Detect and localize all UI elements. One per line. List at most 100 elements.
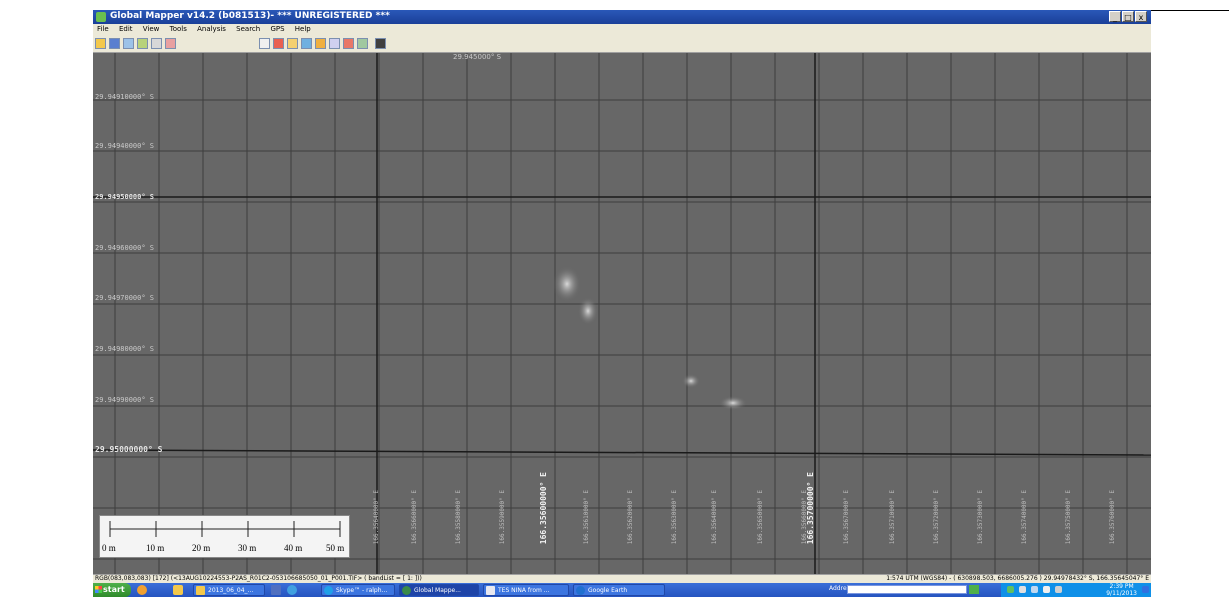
document-icon	[486, 586, 495, 595]
status-coordinates: 1:574 UTM (WGS84) - ( 630898.503, 668600…	[886, 575, 1149, 582]
go-button[interactable]	[969, 585, 979, 594]
lat-label: 29.94950000° S	[95, 193, 155, 201]
lon-label: 166.35580000° E	[455, 489, 462, 544]
scale-label: 30 m	[238, 543, 257, 553]
task-skype[interactable]: Skype™ - ralph...	[321, 584, 395, 596]
scale-label: 50 m	[326, 543, 345, 553]
menu-bar: File Edit View Tools Analysis Search GPS…	[93, 24, 1151, 36]
bright-feature	[682, 374, 700, 388]
taskbar: start 2013_06_04_... Skype™ - ralph... G…	[93, 583, 1151, 597]
scale-label: 20 m	[192, 543, 211, 553]
task-label: Global Mappe...	[414, 587, 461, 594]
power-icon[interactable]	[1055, 586, 1062, 593]
lon-label: 166.35670000° E	[843, 489, 850, 544]
layer-icon[interactable]	[123, 38, 134, 49]
close-button[interactable]: x	[1135, 11, 1147, 22]
photo-app-icon[interactable]	[271, 585, 281, 595]
digitizer-icon[interactable]	[329, 38, 340, 49]
system-tray: 2:39 PM 9/11/2013	[1001, 583, 1151, 597]
title-bar: Global Mapper v14.2 (b081513)- *** UNREG…	[93, 10, 1151, 24]
task-google-earth[interactable]: Google Earth	[573, 584, 665, 596]
print-icon[interactable]	[151, 38, 162, 49]
grid-line-major	[93, 449, 1151, 456]
ie-icon[interactable]	[287, 585, 297, 595]
flag-tray-icon[interactable]	[1043, 586, 1050, 593]
binoculars-icon[interactable]	[375, 38, 386, 49]
menu-gps[interactable]: GPS	[266, 24, 288, 33]
lon-label: 166.35630000° E	[671, 489, 678, 544]
lon-label: 166.35700000° E	[806, 471, 815, 544]
maximize-button[interactable]: □	[1122, 11, 1134, 22]
bright-feature	[719, 396, 747, 410]
draw-icon[interactable]	[165, 38, 176, 49]
browser-quicklaunch-icon[interactable]	[137, 585, 147, 595]
lat-label: 29.95000000° S	[95, 445, 163, 454]
config-icon[interactable]	[137, 38, 148, 49]
task-folder[interactable]: 2013_06_04_...	[193, 584, 265, 596]
menu-analysis[interactable]: Analysis	[193, 24, 230, 33]
menu-edit[interactable]: Edit	[115, 24, 137, 33]
menu-file[interactable]: File	[93, 24, 113, 33]
lon-label: 166.35660000° E	[411, 489, 418, 544]
menu-help[interactable]: Help	[291, 24, 315, 33]
volume-icon[interactable]	[1031, 586, 1038, 593]
lon-label: 166.35720000° E	[933, 489, 940, 544]
status-bar: RGB(083,083,083) [172] (<13AUG10224553-P…	[93, 574, 1151, 583]
pan-icon[interactable]	[287, 38, 298, 49]
start-label: start	[103, 585, 125, 594]
window-title: Global Mapper v14.2 (b081513)- *** UNREG…	[110, 11, 390, 21]
menu-tools[interactable]: Tools	[166, 24, 191, 33]
lat-label: 29.94970000° S	[95, 294, 155, 302]
map-view[interactable]: 29.945000° S 29.94910000° S 29.94940000°…	[93, 53, 1151, 574]
start-button[interactable]: start	[93, 583, 131, 597]
lon-label: 166.35600000° E	[539, 471, 548, 544]
clock[interactable]: 2:39 PM 9/11/2013	[1106, 583, 1137, 597]
select-icon[interactable]	[273, 38, 284, 49]
lon-label: 166.35750000° E	[1065, 489, 1072, 544]
lon-label: 166.35590000° E	[499, 489, 506, 544]
clock-date: 9/11/2013	[1106, 590, 1137, 597]
lon-label: 166.35710000° E	[889, 489, 896, 544]
save-icon[interactable]	[109, 38, 120, 49]
address-input[interactable]	[847, 585, 967, 594]
show-desktop-icon[interactable]	[1142, 586, 1149, 593]
folder-icon	[196, 586, 205, 595]
lat-label: 29.94910000° S	[95, 93, 155, 101]
scale-label: 40 m	[284, 543, 303, 553]
task-label: 2013_06_04_...	[208, 587, 254, 594]
scale-label: 10 m	[146, 543, 165, 553]
scale-bar: 0 m 10 m 20 m 30 m 40 m 50 m	[99, 515, 350, 558]
shield-icon[interactable]	[1019, 586, 1026, 593]
task-global-mapper[interactable]: Global Mappe...	[399, 584, 479, 596]
lon-label: 166.35620000° E	[627, 489, 634, 544]
task-tes-nina[interactable]: TES NINA from ...	[483, 584, 569, 596]
window-controls: _ □ x	[1109, 11, 1147, 22]
menu-view[interactable]: View	[139, 24, 164, 33]
network-icon[interactable]	[1007, 586, 1014, 593]
lat-label: 29.94990000° S	[95, 396, 155, 404]
minimize-button[interactable]: _	[1109, 11, 1121, 22]
task-label: Skype™ - ralph...	[336, 587, 388, 594]
lon-label: 166.35650000° E	[757, 489, 764, 544]
skype-icon	[324, 586, 333, 595]
task-label: TES NINA from ...	[498, 587, 550, 594]
map-grid	[93, 53, 1151, 574]
toolbar	[93, 36, 1151, 53]
lon-label: 166.35760000° E	[1109, 489, 1116, 544]
folder-quicklaunch-icon[interactable]	[173, 585, 183, 595]
menu-search[interactable]: Search	[232, 24, 264, 33]
scale-bar-graphic	[109, 521, 341, 537]
lat-label: 29.94960000° S	[95, 244, 155, 252]
zoom-icon[interactable]	[259, 38, 270, 49]
lon-label: 166.35610000° E	[583, 489, 590, 544]
task-label: Google Earth	[588, 587, 628, 594]
lat-label: 29.94940000° S	[95, 142, 155, 150]
open-folder-icon[interactable]	[95, 38, 106, 49]
earth-icon	[576, 586, 585, 595]
path-icon[interactable]	[343, 38, 354, 49]
lat-label: 29.94980000° S	[95, 345, 155, 353]
filter-icon[interactable]	[357, 38, 368, 49]
info-icon[interactable]	[301, 38, 312, 49]
lon-label: 166.35640000° E	[711, 489, 718, 544]
measure-icon[interactable]	[315, 38, 326, 49]
